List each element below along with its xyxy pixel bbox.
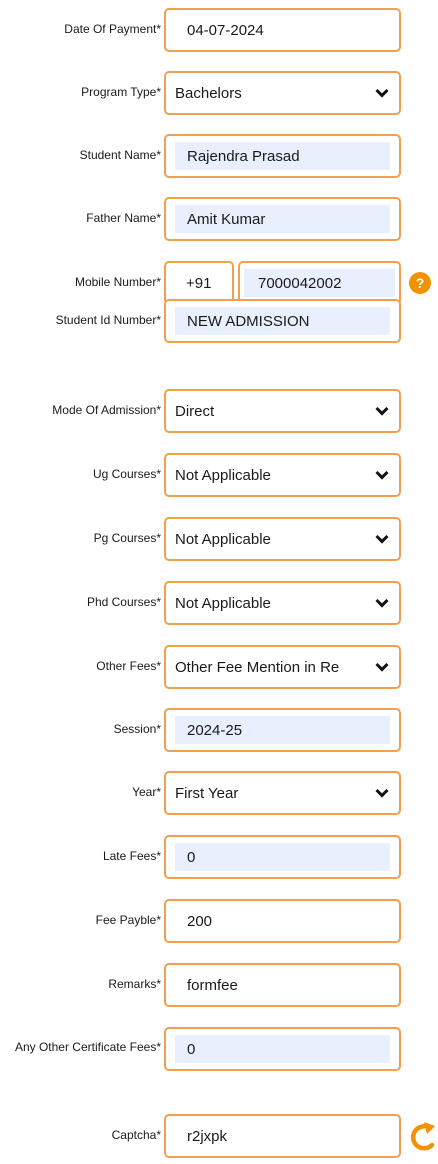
row-captcha: Captcha* r2jxpk <box>0 1114 438 1158</box>
row-father-name: Father Name* Amit Kumar <box>0 197 438 241</box>
chevron-down-icon <box>375 88 389 98</box>
row-session: Session* 2024-25 <box>0 708 438 752</box>
mode-of-admission-select[interactable]: Direct <box>164 389 401 433</box>
row-other-fees: Other Fees* Other Fee Mention in Re <box>0 645 438 689</box>
mobile-number-value: 7000042002 <box>244 269 395 297</box>
student-name-label: Student Name* <box>79 148 161 162</box>
session-field[interactable]: 2024-25 <box>164 708 401 752</box>
late-fees-value: 0 <box>175 843 390 871</box>
row-late-fees: Late Fees* 0 <box>0 835 438 879</box>
phd-courses-label: Phd Courses* <box>86 595 161 609</box>
row-ug-courses: Ug Courses* Not Applicable <box>0 453 438 497</box>
phd-courses-select[interactable]: Not Applicable <box>164 581 401 625</box>
fee-payble-field[interactable]: 200 <box>164 899 401 943</box>
captcha-value: r2jxpk <box>187 1127 228 1145</box>
other-fees-select[interactable]: Other Fee Mention in Re <box>164 645 401 689</box>
row-mode-of-admission: Mode Of Admission* Direct <box>0 389 438 433</box>
ug-courses-value: Not Applicable <box>175 466 271 484</box>
chevron-down-icon <box>375 788 389 798</box>
chevron-down-icon <box>375 470 389 480</box>
other-fees-label: Other Fees* <box>96 659 161 673</box>
certificate-fees-field[interactable]: 0 <box>164 1027 401 1071</box>
row-certificate-fees: Any Other Certificate Fees* 0 <box>0 1027 438 1087</box>
certificate-fees-value: 0 <box>175 1035 390 1063</box>
year-value: First Year <box>175 784 239 802</box>
program-type-value: Bachelors <box>175 84 242 102</box>
remarks-field[interactable]: formfee <box>164 963 401 1007</box>
program-type-label: Program Type* <box>81 85 161 99</box>
row-program-type: Program Type* Bachelors <box>0 71 438 115</box>
mode-of-admission-value: Direct <box>175 402 215 420</box>
father-name-value: Amit Kumar <box>175 205 390 233</box>
row-student-id: Student Id Number* NEW ADMISSION <box>0 299 438 343</box>
pg-courses-select[interactable]: Not Applicable <box>164 517 401 561</box>
date-of-payment-field[interactable]: 04-07-2024 <box>164 8 401 52</box>
student-name-value: Rajendra Prasad <box>175 142 390 170</box>
student-id-label: Student Id Number* <box>55 313 161 327</box>
row-student-name: Student Name* Rajendra Prasad <box>0 134 438 178</box>
phd-courses-value: Not Applicable <box>175 594 271 612</box>
row-date-of-payment: Date Of Payment* 04-07-2024 <box>0 8 438 52</box>
remarks-value: formfee <box>187 976 238 994</box>
row-fee-payble: Fee Payble* 200 <box>0 899 438 943</box>
refresh-icon[interactable] <box>408 1119 438 1153</box>
chevron-down-icon <box>375 534 389 544</box>
ug-courses-label: Ug Courses* <box>92 467 161 481</box>
program-type-select[interactable]: Bachelors <box>164 71 401 115</box>
pg-courses-label: Pg Courses* <box>93 531 161 545</box>
captcha-field[interactable]: r2jxpk <box>164 1114 401 1158</box>
student-id-value: NEW ADMISSION <box>175 307 390 335</box>
row-pg-courses: Pg Courses* Not Applicable <box>0 517 438 561</box>
year-label: Year* <box>132 785 161 799</box>
date-of-payment-label: Date Of Payment* <box>64 22 161 36</box>
session-value: 2024-25 <box>175 716 390 744</box>
student-id-field[interactable]: NEW ADMISSION <box>164 299 401 343</box>
captcha-label: Captcha* <box>111 1128 161 1142</box>
late-fees-label: Late Fees* <box>102 849 161 863</box>
ug-courses-select[interactable]: Not Applicable <box>164 453 401 497</box>
fee-payble-label: Fee Payble* <box>95 913 161 927</box>
session-label: Session* <box>113 722 161 736</box>
father-name-field[interactable]: Amit Kumar <box>164 197 401 241</box>
question-icon[interactable]: ? <box>409 272 431 294</box>
year-select[interactable]: First Year <box>164 771 401 815</box>
chevron-down-icon <box>375 406 389 416</box>
remarks-label: Remarks* <box>108 977 161 991</box>
chevron-down-icon <box>375 598 389 608</box>
row-phd-courses: Phd Courses* Not Applicable <box>0 581 438 625</box>
certificate-fees-label: Any Other Certificate Fees* <box>14 1040 161 1054</box>
late-fees-field[interactable]: 0 <box>164 835 401 879</box>
mode-of-admission-label: Mode Of Admission* <box>52 403 161 417</box>
payment-form: Date Of Payment* 04-07-2024 Program Type… <box>0 0 438 1164</box>
mobile-number-label: Mobile Number* <box>74 275 161 289</box>
row-remarks: Remarks* formfee <box>0 963 438 1007</box>
father-name-label: Father Name* <box>86 211 161 225</box>
date-of-payment-value: 04-07-2024 <box>187 21 264 39</box>
chevron-down-icon <box>375 662 389 672</box>
row-year: Year* First Year <box>0 771 438 815</box>
pg-courses-value: Not Applicable <box>175 530 271 548</box>
student-name-field[interactable]: Rajendra Prasad <box>164 134 401 178</box>
fee-payble-value: 200 <box>187 912 213 930</box>
other-fees-value: Other Fee Mention in Re <box>175 658 340 676</box>
